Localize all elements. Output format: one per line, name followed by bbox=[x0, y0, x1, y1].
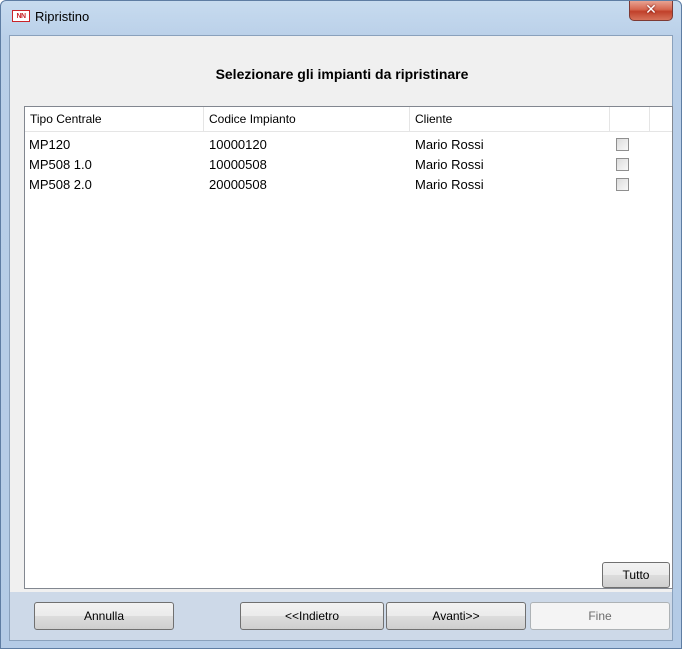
button-bar: Annulla <<Indietro Avanti>> Fine bbox=[10, 592, 672, 640]
app-logo-icon: NN bbox=[12, 10, 30, 22]
cell-codice-impianto: 10000120 bbox=[209, 137, 267, 152]
column-header-cliente[interactable]: Cliente bbox=[410, 107, 610, 131]
cell-codice-impianto: 20000508 bbox=[209, 177, 267, 192]
column-header-select[interactable] bbox=[610, 107, 650, 131]
table-row[interactable]: MP508 2.0 20000508 Mario Rossi bbox=[25, 175, 672, 195]
column-header-tipo-centrale[interactable]: Tipo Centrale bbox=[25, 107, 204, 131]
plants-list[interactable]: Tipo Centrale Codice Impianto Cliente MP… bbox=[24, 106, 673, 589]
table-row[interactable]: MP120 10000120 Mario Rossi bbox=[25, 135, 672, 155]
next-button[interactable]: Avanti>> bbox=[386, 602, 526, 630]
page-title: Selezionare gli impianti da ripristinare bbox=[215, 66, 469, 82]
back-button[interactable]: <<Indietro bbox=[240, 602, 384, 630]
select-all-button[interactable]: Tutto bbox=[602, 562, 670, 588]
dialog-content: Selezionare gli impianti da ripristinare… bbox=[9, 35, 673, 641]
title-bar[interactable]: NN Ripristino ✕ bbox=[1, 1, 681, 35]
row-select-checkbox[interactable] bbox=[616, 158, 629, 171]
close-icon: ✕ bbox=[645, 2, 657, 18]
row-select-checkbox[interactable] bbox=[616, 138, 629, 151]
window-title: Ripristino bbox=[35, 9, 90, 24]
cell-cliente: Mario Rossi bbox=[415, 157, 484, 172]
close-button[interactable]: ✕ bbox=[629, 1, 673, 21]
cell-tipo-centrale: MP508 1.0 bbox=[29, 157, 92, 172]
cell-tipo-centrale: MP508 2.0 bbox=[29, 177, 92, 192]
finish-button[interactable]: Fine bbox=[530, 602, 670, 630]
row-select-checkbox[interactable] bbox=[616, 178, 629, 191]
cell-cliente: Mario Rossi bbox=[415, 177, 484, 192]
cell-cliente: Mario Rossi bbox=[415, 137, 484, 152]
cell-tipo-centrale: MP120 bbox=[29, 137, 71, 152]
cancel-button[interactable]: Annulla bbox=[34, 602, 174, 630]
list-header: Tipo Centrale Codice Impianto Cliente bbox=[25, 107, 672, 132]
cell-codice-impianto: 10000508 bbox=[209, 157, 267, 172]
column-header-codice-impianto[interactable]: Codice Impianto bbox=[204, 107, 410, 131]
dialog-window: NN Ripristino ✕ Selezionare gli impianti… bbox=[0, 0, 682, 649]
table-row[interactable]: MP508 1.0 10000508 Mario Rossi bbox=[25, 155, 672, 175]
